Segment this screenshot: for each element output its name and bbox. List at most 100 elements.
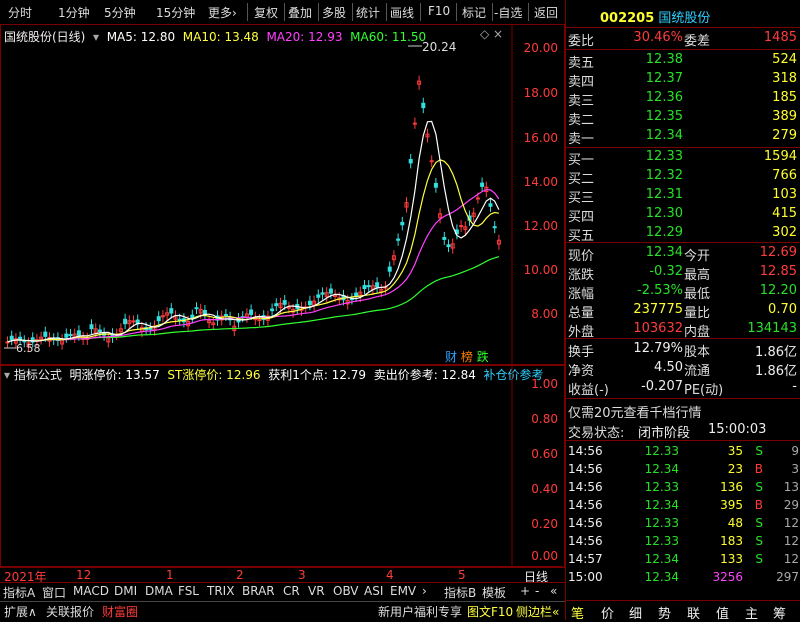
draw-line-button[interactable]: 画线: [390, 4, 414, 21]
buy-order-price: 12.32: [645, 168, 683, 183]
new-user-promo-link[interactable]: 新用户福利专享: [378, 603, 462, 620]
stat-value: 12.85: [759, 264, 797, 279]
zoom-out-button[interactable]: -: [535, 584, 539, 598]
event-badges[interactable]: 财 榜 跌: [445, 348, 489, 365]
tick-side: B: [754, 498, 763, 512]
tick-row: 14:56 12.33 48 S 12: [566, 516, 800, 534]
sell-order-label: 卖二: [568, 113, 595, 128]
candle-body: [421, 102, 426, 109]
tab-template[interactable]: 模板: [482, 584, 506, 601]
candle-body: [307, 300, 312, 306]
stat-label: 最高: [684, 268, 711, 283]
tick-price: 12.33: [644, 516, 679, 530]
chevron-right-icon[interactable]: ›: [422, 584, 427, 598]
candle-body: [76, 330, 81, 336]
candle-body: [286, 306, 291, 309]
tab-macd[interactable]: MACD: [73, 584, 109, 598]
tab-fsl[interactable]: FSL: [178, 584, 199, 598]
tab-emv[interactable]: EMV: [390, 584, 416, 598]
promo-row[interactable]: 仅需20元查看千档行情: [566, 402, 800, 421]
tab-brar[interactable]: BRAR: [242, 584, 275, 598]
tab-obv[interactable]: OBV: [333, 584, 359, 598]
related-quotes-link[interactable]: 关联报价: [46, 603, 94, 620]
tab-vr[interactable]: VR: [308, 584, 325, 598]
tab-price[interactable]: 价: [601, 603, 614, 622]
stat-row: 总量 237775 量比 0.70: [566, 302, 800, 321]
candle-body: [400, 221, 405, 226]
buy-order-row[interactable]: 买五 12.29 302: [566, 225, 800, 244]
sell-order-label: 卖三: [568, 94, 595, 109]
tab-cr[interactable]: CR: [283, 584, 300, 598]
stat-value: 4.50: [654, 360, 683, 375]
expand-button[interactable]: 扩展∧: [4, 603, 37, 620]
tab-indicator-a[interactable]: 指标A: [3, 584, 35, 601]
statistics-button[interactable]: 统计: [356, 4, 380, 21]
candle-body: [492, 226, 497, 229]
quote-bottom-tabs: 笔 价 细 势 联 值 主 筹: [565, 600, 800, 622]
tab-main[interactable]: 主: [745, 603, 758, 622]
overlay-button[interactable]: 叠加: [288, 4, 312, 21]
tab-detail[interactable]: 细: [629, 603, 642, 622]
sell-order-row[interactable]: 卖四 12.37 318: [566, 71, 800, 90]
tick-count: 29: [783, 498, 799, 512]
stat-value: 12.20: [759, 283, 797, 298]
stat-value: -0.207: [641, 379, 683, 394]
back-button[interactable]: 返回: [534, 4, 558, 21]
ma10-line: [7, 159, 499, 343]
buy-order-row[interactable]: 买一 12.33 1594: [566, 149, 800, 168]
tick-count: 297: [776, 570, 799, 584]
stat-value: 103632: [633, 321, 683, 336]
tab-indicator-b[interactable]: 指标B: [444, 584, 476, 601]
sell-order-row[interactable]: 卖三 12.36 185: [566, 90, 800, 109]
sell-order-row[interactable]: 卖一 12.34 279: [566, 128, 800, 147]
sell-order-row[interactable]: 卖五 12.38 524: [566, 52, 800, 71]
tab-1min[interactable]: 1分钟: [58, 4, 90, 21]
tab-5min[interactable]: 5分钟: [104, 4, 136, 21]
tab-trades[interactable]: 笔: [571, 603, 584, 622]
sidebar-toggle[interactable]: 侧边栏«: [516, 603, 559, 620]
stat-label: 量比: [684, 306, 711, 321]
tick-time: 14:56: [568, 498, 603, 512]
ma60-line: [7, 256, 500, 343]
tab-dmi[interactable]: DMI: [114, 584, 137, 598]
f10-button[interactable]: F10: [428, 4, 450, 18]
tick-time: 14:56: [568, 462, 603, 476]
remove-favorite-button[interactable]: -自选: [494, 4, 522, 21]
buy-order-row[interactable]: 买二 12.32 766: [566, 168, 800, 187]
tab-window[interactable]: 窗口: [42, 584, 66, 601]
tick-row: 14:56 12.34 23 B 3: [566, 462, 800, 480]
axis-tick: 20.00: [523, 41, 558, 55]
tab-more[interactable]: 更多›: [208, 4, 237, 21]
tab-trend[interactable]: 势: [658, 603, 671, 622]
axis-tick: 18.00: [523, 86, 558, 100]
tab-trix[interactable]: TRIX: [207, 584, 234, 598]
finance-badge[interactable]: 财: [445, 350, 457, 364]
wealth-circle-link[interactable]: 财富圈: [102, 603, 138, 620]
zoom-in-button[interactable]: +: [520, 584, 530, 598]
restore-rights-button[interactable]: 复权: [254, 4, 278, 21]
tab-value[interactable]: 值: [716, 603, 729, 622]
tab-dma[interactable]: DMA: [145, 584, 173, 598]
drop-badge[interactable]: 跌: [477, 350, 489, 364]
promo-text[interactable]: 仅需20元查看千档行情: [568, 402, 702, 421]
buy-order-row[interactable]: 买三 12.31 103: [566, 187, 800, 206]
tab-related[interactable]: 联: [687, 603, 700, 622]
rank-badge[interactable]: 榜: [461, 350, 473, 364]
sell-order-label: 卖五: [568, 56, 595, 71]
f10-graphic-link[interactable]: 图文F10: [467, 603, 513, 620]
stat-row: 外盘 103632 内盘 134143: [566, 321, 800, 340]
tab-chips[interactable]: 筹: [773, 603, 786, 622]
sell-order-row[interactable]: 卖二 12.35 389: [566, 109, 800, 128]
candle-body: [123, 318, 128, 325]
candle-body: [89, 324, 94, 330]
tab-15min[interactable]: 15分钟: [156, 4, 195, 21]
candle-body: [177, 318, 182, 321]
mark-button[interactable]: 标记: [462, 4, 486, 21]
tab-intraday[interactable]: 分时: [8, 4, 32, 21]
buy-order-row[interactable]: 买四 12.30 415: [566, 206, 800, 225]
sell-order-volume: 279: [772, 128, 797, 143]
tab-asi[interactable]: ASI: [364, 584, 383, 598]
stat-row: 涨跌 -0.32 最高 12.85: [566, 264, 800, 283]
multi-stock-button[interactable]: 多股: [322, 4, 346, 21]
collapse-icon[interactable]: «: [550, 584, 557, 598]
